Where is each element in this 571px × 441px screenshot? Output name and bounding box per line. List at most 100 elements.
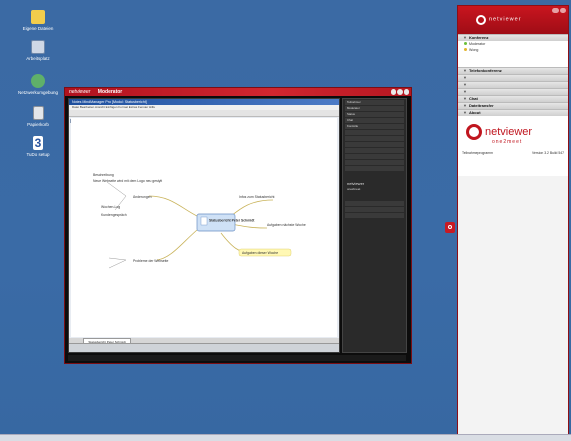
panel-logo: netviewer xyxy=(476,14,522,25)
about-logo: netviewer xyxy=(466,124,532,140)
mindmap-center-line1: Statusbericht Peter Schmidt xyxy=(209,219,255,223)
status-dot-icon xyxy=(464,48,467,51)
section-label: Telefonkonferenz xyxy=(468,68,502,73)
chevron-down-icon: ▼ xyxy=(463,68,467,73)
about-version: Version 3.2 Build 547 xyxy=(531,151,564,155)
section-chat[interactable]: ▼ Chat xyxy=(458,95,568,102)
panel-toggle-button[interactable] xyxy=(445,222,455,233)
section-label: Konferenz xyxy=(468,35,489,40)
chevron-down-icon: ▼ xyxy=(463,75,467,80)
computer-icon xyxy=(31,40,45,54)
section-about[interactable]: ▼ About xyxy=(458,109,568,116)
mindmap-canvas[interactable]: Statusbericht Peter Schmidt Änderungen I… xyxy=(71,118,337,337)
side-row[interactable]: Chat xyxy=(345,118,404,123)
desktop-icon-netzwerkumgebung[interactable]: Netzwerkumgebung xyxy=(8,74,68,95)
panel-header: netviewer xyxy=(458,6,568,34)
about-info-row: Teilnahmeprogramm Version 3.2 Build 547 xyxy=(462,151,564,155)
status-bar xyxy=(69,343,339,352)
section-telefonkonferenz[interactable]: ▼ Telefonkonferenz xyxy=(458,67,568,74)
window-title-bar[interactable]: netviewer Moderator xyxy=(65,88,411,96)
close-button[interactable] xyxy=(559,8,566,13)
desktop-icon-tudo-setup[interactable]: 3 TuDo setup xyxy=(8,136,68,157)
side-row[interactable]: Teilnehmer xyxy=(345,100,404,105)
side-row[interactable] xyxy=(345,154,404,159)
section-konferenz[interactable]: ▼ Konferenz xyxy=(458,34,568,41)
about-brand: netviewer xyxy=(485,125,533,138)
mindmap-branch-diese-woche: Aufgaben dieser Woche xyxy=(242,251,278,255)
side-row[interactable]: Status xyxy=(345,112,404,117)
setup-icon: 3 xyxy=(33,136,43,150)
mindmap-note: Neue Webseite wird mit dem Logo neu gest… xyxy=(93,179,162,183)
about-product: one2meet xyxy=(492,139,523,145)
side-row[interactable] xyxy=(345,207,404,212)
mindmap-branch-probleme: Probleme der Webseite xyxy=(133,259,168,263)
desktop-icon-label: Arbeitsplatz xyxy=(26,56,50,61)
section-label: Chat xyxy=(468,96,478,101)
recycle-bin-icon xyxy=(32,106,44,120)
side-row[interactable]: Kontrolle xyxy=(345,124,404,129)
section-collapsed[interactable]: ▼ xyxy=(458,81,568,88)
shared-screen-app[interactable]: Notes MindManager Pro [Modul: Statusberi… xyxy=(68,98,340,353)
app-toolbar[interactable] xyxy=(69,110,339,123)
participant-name: Wong xyxy=(469,48,479,52)
mindmap-note: Beschreibung xyxy=(93,173,114,177)
about-box: netviewer one2meet Teilnahmeprogramm Ver… xyxy=(458,116,568,176)
mindmap-branch-aenderungen: Änderungen xyxy=(133,195,152,199)
section-collapsed[interactable]: ▼ xyxy=(458,74,568,81)
minimize-button[interactable] xyxy=(552,8,559,13)
mindmap-note: Kundengespräch xyxy=(101,213,127,217)
minimize-button[interactable] xyxy=(391,89,397,95)
chevron-down-icon: ▼ xyxy=(463,110,467,115)
participant-name: Moderator xyxy=(469,42,486,46)
desktop-icon-papierkorb[interactable]: Papierkorb xyxy=(8,106,68,127)
remote-side-panel[interactable]: Teilnehmer Moderator Status Chat Kontrol… xyxy=(342,98,407,353)
desktop-icon-label: TuDo setup xyxy=(26,152,50,157)
side-logo-sub: one2meet xyxy=(347,187,361,191)
panel-window-controls[interactable] xyxy=(552,8,566,13)
panel-logo-text: netviewer xyxy=(489,16,522,23)
netviewer-logo: netviewer xyxy=(69,89,91,95)
mindmap-graphic: Statusbericht Peter Schmidt Änderungen I… xyxy=(93,173,306,269)
chevron-down-icon: ▼ xyxy=(463,82,467,87)
side-row[interactable] xyxy=(345,201,404,206)
window-controls[interactable] xyxy=(391,89,409,95)
participant-item[interactable]: Wong xyxy=(458,47,568,53)
network-icon xyxy=(31,74,45,88)
desktop-icon-label: Netzwerkumgebung xyxy=(17,90,59,95)
desktop-icon-arbeitsplatz[interactable]: Arbeitsplatz xyxy=(8,40,68,61)
side-row[interactable] xyxy=(345,160,404,165)
chevron-down-icon: ▼ xyxy=(463,89,467,94)
side-row[interactable]: Moderator xyxy=(345,106,404,111)
side-logo-text: netviewer xyxy=(347,181,365,186)
chevron-down-icon: ▼ xyxy=(463,96,467,101)
desktop-background: Eigene Dateien Arbeitsplatz Netzwerkumge… xyxy=(0,0,571,441)
mindmap-branch-infos: Infos zum Statusbericht xyxy=(239,195,274,199)
side-netviewer-logo: netviewer one2meet xyxy=(347,181,402,197)
taskbar[interactable] xyxy=(0,434,571,441)
about-program: Teilnahmeprogramm xyxy=(462,151,493,155)
participant-list[interactable]: Moderator Wong xyxy=(458,41,568,67)
side-row[interactable] xyxy=(345,213,404,218)
side-row[interactable] xyxy=(345,142,404,147)
netviewer-icon xyxy=(448,225,452,229)
side-row[interactable] xyxy=(345,130,404,135)
mindmap-note: Wochen-Log xyxy=(101,205,120,209)
window-title: Moderator xyxy=(97,89,123,95)
desktop-icon-eigene-dateien[interactable]: Eigene Dateien xyxy=(8,10,68,31)
section-dateitransfer[interactable]: ▼ Dateitransfer xyxy=(458,102,568,109)
side-row[interactable] xyxy=(345,148,404,153)
viewer-bottom-bar xyxy=(68,355,406,361)
desktop-icon-label: Papierkorb xyxy=(27,122,49,127)
maximize-button[interactable] xyxy=(397,89,403,95)
netviewer-icon xyxy=(466,124,482,140)
side-row[interactable] xyxy=(345,166,404,171)
section-collapsed[interactable]: ▼ xyxy=(458,88,568,95)
netviewer-icon xyxy=(476,14,486,25)
close-button[interactable] xyxy=(403,89,409,95)
netviewer-viewer-window[interactable]: netviewer Moderator Notes MindManager Pr… xyxy=(64,87,412,364)
side-row[interactable] xyxy=(345,136,404,141)
section-label: Dateitransfer xyxy=(468,103,494,108)
folder-icon xyxy=(31,10,45,24)
status-dot-icon xyxy=(464,42,467,45)
netviewer-control-panel[interactable]: netviewer ▼ Konferenz Moderator Wong ▼ Tel… xyxy=(457,5,569,439)
